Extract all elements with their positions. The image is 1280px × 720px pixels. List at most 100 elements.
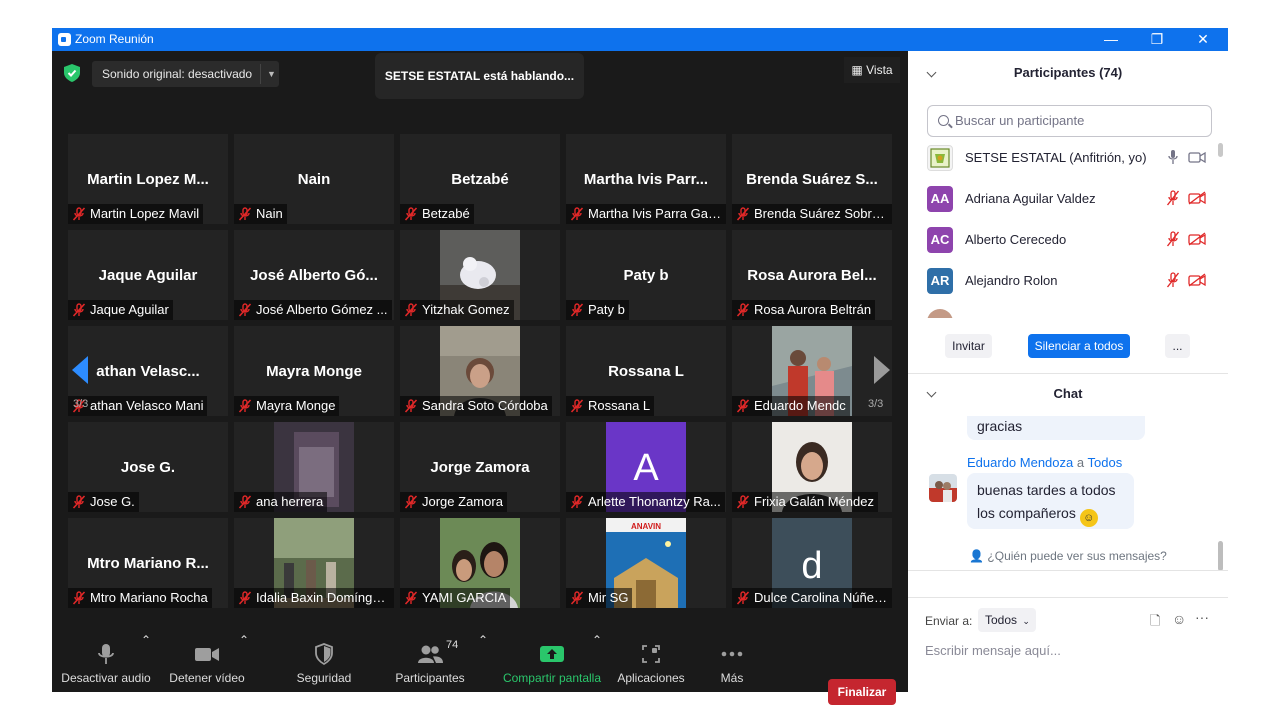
participant-tile[interactable]: athan Velasc... athan Velasco Mani: [68, 326, 228, 416]
chat-collapse-chevron-icon[interactable]: [926, 387, 937, 398]
muted-mic-icon[interactable]: [1166, 190, 1180, 206]
original-sound-button[interactable]: Sonido original: desactivado ▼: [92, 61, 279, 87]
participant-row[interactable]: AC Alberto Cerecedo: [908, 219, 1218, 260]
chat-input[interactable]: Escribir mensaje aquí...: [925, 643, 1061, 658]
sender-avatar: [929, 474, 957, 502]
chat-more-icon[interactable]: ···: [1195, 609, 1209, 625]
participant-tile[interactable]: Rosa Aurora Bel... Rosa Aurora Beltrán: [732, 230, 892, 320]
participant-tile[interactable]: Brenda Suárez S... Brenda Suárez Sobre...: [732, 134, 892, 224]
mute-all-button[interactable]: Silenciar a todos: [1028, 334, 1130, 358]
participant-avatar: [927, 309, 953, 318]
participant-tile[interactable]: Mtro Mariano R... Mtro Mariano Rocha: [68, 518, 228, 608]
participant-tile[interactable]: Idalia Baxin Domínguez: [234, 518, 394, 608]
invite-button[interactable]: Invitar: [945, 334, 992, 358]
participant-tile[interactable]: Yitzhak Gomez: [400, 230, 560, 320]
encryption-shield-icon[interactable]: [64, 64, 80, 82]
participant-name: Mayra Monge: [256, 398, 336, 413]
more-button[interactable]: Más: [706, 633, 758, 692]
microphone-icon[interactable]: [1166, 149, 1180, 165]
participants-title: Participantes (74): [1013, 65, 1123, 80]
participant-tile[interactable]: Nain Nain: [234, 134, 394, 224]
view-button[interactable]: ▦ Vista: [844, 57, 900, 83]
mute-audio-label: Desactivar audio: [61, 671, 151, 685]
security-button[interactable]: Seguridad: [288, 633, 360, 692]
video-camera-icon[interactable]: [1188, 150, 1206, 164]
participant-tile[interactable]: Paty b Paty b: [566, 230, 726, 320]
participant-tile[interactable]: Jose G. Jose G.: [68, 422, 228, 512]
participants-more-button[interactable]: ...: [1165, 334, 1190, 358]
participant-tile[interactable]: d Dulce Carolina Núñez...: [732, 518, 892, 608]
page-indicator-right: 3/3: [868, 398, 884, 410]
meeting-toolbar: Desactivar audio ⌃ Detener vídeo ⌃ Segur…: [52, 633, 908, 692]
participant-tile[interactable]: ana herrera: [234, 422, 394, 512]
muted-mic-icon[interactable]: [1166, 272, 1180, 288]
search-placeholder: Buscar un participante: [955, 113, 1085, 128]
stop-video-button[interactable]: Detener vídeo: [164, 633, 250, 692]
apps-button[interactable]: Aplicaciones: [612, 633, 690, 692]
video-options-caret-icon[interactable]: ⌃: [239, 633, 249, 692]
participant-avatar: AR: [927, 268, 953, 294]
chat-sender-name[interactable]: Eduardo Mendoza: [967, 455, 1073, 470]
collapse-chevron-icon[interactable]: [926, 67, 937, 78]
svg-text:A: A: [633, 447, 659, 489]
participant-tile[interactable]: Rossana L Rossana L: [566, 326, 726, 416]
participant-name-label: athan Velasco Mani: [68, 396, 208, 416]
muted-mic-icon[interactable]: [1166, 231, 1180, 247]
participant-tile[interactable]: Jorge Zamora Jorge Zamora: [400, 422, 560, 512]
participant-tile[interactable]: Jaque Aguilar Jaque Aguilar: [68, 230, 228, 320]
emoji-icon[interactable]: ☺: [1172, 611, 1186, 627]
who-can-see-link[interactable]: 👤 ¿Quién puede ver sus mensajes?: [908, 549, 1228, 563]
video-off-icon[interactable]: [1188, 232, 1206, 246]
participant-row-name: SETSE ESTATAL (Anfitrión, yo): [965, 150, 1147, 165]
audio-options-caret-icon[interactable]: ⌃: [141, 633, 151, 692]
close-button[interactable]: ✕: [1180, 28, 1226, 51]
participant-list-scrollbar[interactable]: [1218, 143, 1223, 157]
share-screen-button[interactable]: Compartir pantalla: [500, 633, 604, 692]
participant-tile[interactable]: Martin Lopez M... Martin Lopez Mavil: [68, 134, 228, 224]
participant-name: Dulce Carolina Núñez...: [754, 590, 892, 605]
participant-name-label: Mir SG: [566, 588, 633, 608]
participant-tile[interactable]: José Alberto Gó... José Alberto Gómez ...: [234, 230, 394, 320]
participant-row[interactable]: [908, 301, 1218, 318]
participant-tile[interactable]: ANAVIN Mir SG: [566, 518, 726, 608]
participant-display-name: Jose G.: [120, 459, 176, 476]
share-options-caret-icon[interactable]: ⌃: [592, 633, 602, 692]
file-icon[interactable]: 🗋: [1150, 612, 1160, 634]
next-page-arrow-icon[interactable]: [874, 356, 890, 384]
participants-button[interactable]: 74 Participantes: [390, 633, 470, 692]
participant-tile[interactable]: Mayra Monge Mayra Monge: [234, 326, 394, 416]
participants-options-caret-icon[interactable]: ⌃: [478, 633, 488, 692]
participant-name: athan Velasco Mani: [90, 398, 204, 413]
video-off-icon[interactable]: [1188, 191, 1206, 205]
participant-name: Brenda Suárez Sobre...: [754, 206, 890, 221]
send-to-value: Todos: [985, 613, 1018, 627]
apps-label: Aplicaciones: [617, 671, 685, 685]
participant-name: Eduardo Mendc: [754, 398, 846, 413]
participant-tile[interactable]: Frixia Galán Méndez: [732, 422, 892, 512]
previous-page-arrow-icon[interactable]: [72, 356, 88, 384]
participant-name-label: Dulce Carolina Núñez...: [732, 588, 892, 608]
end-meeting-button[interactable]: Finalizar: [828, 679, 896, 705]
mute-audio-button[interactable]: Desactivar audio: [60, 633, 152, 692]
restore-button[interactable]: ❐: [1134, 28, 1180, 51]
participant-tile[interactable]: YAMI GARCIA: [400, 518, 560, 608]
send-to-dropdown[interactable]: Todos ⌄: [978, 608, 1036, 632]
participant-row[interactable]: SETSE ESTATAL (Anfitrión, yo): [908, 141, 1218, 178]
participant-tile[interactable]: Martha Ivis Parr... Martha Ivis Parra Gar…: [566, 134, 726, 224]
chat-header: Chat: [908, 374, 1228, 414]
participant-tile[interactable]: Betzabé Betzabé: [400, 134, 560, 224]
svg-text:ANAVIN: ANAVIN: [631, 522, 661, 531]
minimize-button[interactable]: —: [1088, 28, 1134, 51]
chevron-down-icon[interactable]: ▼: [267, 69, 276, 79]
more-dots-icon: [721, 651, 743, 657]
security-label: Seguridad: [296, 671, 352, 685]
participant-tile[interactable]: Sandra Soto Córdoba: [400, 326, 560, 416]
video-off-icon[interactable]: [1188, 273, 1206, 287]
participant-row[interactable]: AR Alejandro Rolon: [908, 260, 1218, 301]
participant-row-name: Alejandro Rolon: [965, 273, 1058, 288]
participant-name: Mir SG: [588, 590, 629, 605]
participant-name: Betzabé: [422, 206, 470, 221]
participant-row[interactable]: AA Adriana Aguilar Valdez: [908, 178, 1218, 219]
participant-search-input[interactable]: Buscar un participante: [927, 105, 1212, 137]
participant-tile[interactable]: A Arlette Thonantzy Ra...: [566, 422, 726, 512]
